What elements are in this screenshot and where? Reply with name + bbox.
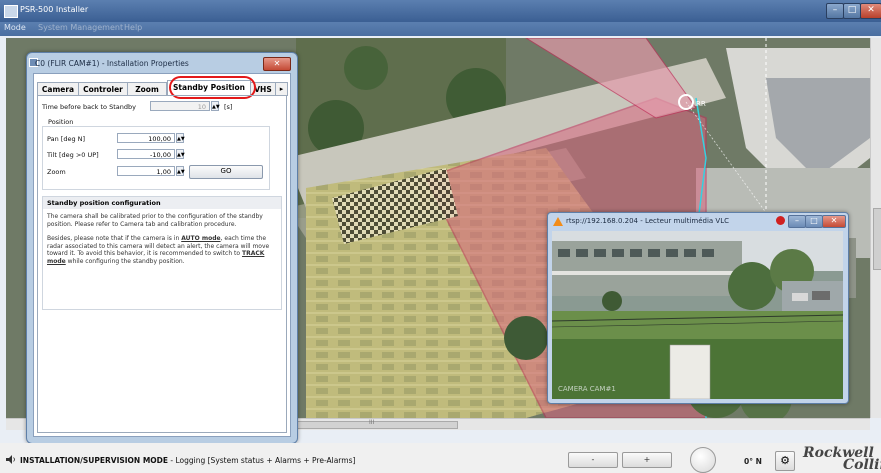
menu-system-management[interactable]: System Management	[38, 23, 123, 32]
rockwell-collins-logo: Rockwell Collins	[803, 445, 881, 473]
menu-help[interactable]: Help	[124, 23, 142, 32]
tilt-input[interactable]: -10,00	[117, 149, 175, 159]
dialog-client-area: Camera Controler Zoom Standby Position V…	[33, 73, 291, 437]
standby-info-box: Standby position configuration The camer…	[42, 196, 282, 310]
camera-video-feed[interactable]: CAMERA CAM#1	[552, 231, 843, 399]
video-overlay-text: CAMERA CAM#1	[558, 385, 616, 393]
standby-time-label: Time before back to Standby	[42, 103, 136, 111]
rotation-dial[interactable]	[690, 447, 716, 473]
speaker-icon[interactable]	[6, 455, 16, 464]
tilt-label: Tilt [deg >0 UP]	[47, 151, 99, 159]
maximize-button[interactable]: □	[843, 3, 861, 19]
standby-time-input[interactable]: 10	[150, 101, 210, 111]
minimize-button[interactable]: –	[826, 3, 844, 19]
app-icon	[4, 5, 18, 18]
mode-label: INSTALLATION/SUPERVISION MODE	[20, 456, 169, 465]
vlc-minimize-button[interactable]: –	[788, 215, 806, 228]
position-group-label: Position	[48, 118, 74, 126]
mode-detail: - Logging [System status + Alarms + Pre-…	[168, 456, 356, 465]
tab-controler[interactable]: Controler	[78, 82, 128, 96]
pan-spinner[interactable]: ▲▼	[176, 133, 185, 143]
dialog-title: C0 (FLIR CAM#1) - Installation Propertie…	[35, 59, 189, 68]
standby-position-panel: Time before back to Standby 10 ▲▼ [s] Po…	[37, 95, 287, 433]
logo-line-2: Collins	[843, 457, 881, 473]
tab-zoom[interactable]: Zoom	[127, 82, 167, 96]
go-button[interactable]: GO	[189, 165, 263, 179]
window-titlebar: PSR-500 Installer – □ ✕	[0, 0, 881, 22]
close-button[interactable]: ✕	[860, 3, 881, 19]
gear-icon[interactable]: ⚙	[775, 451, 795, 471]
heading-readout: 0° N	[744, 457, 762, 466]
zoom-label: Zoom	[47, 168, 66, 176]
vlc-title: rtsp://192.168.0.204 - Lecteur multimédi…	[566, 217, 729, 225]
menu-bar: Mode System Management Help	[0, 22, 881, 36]
pan-input[interactable]: 100,00	[117, 133, 175, 143]
info-title: Standby position configuration	[43, 197, 281, 209]
menu-mode[interactable]: Mode	[4, 23, 26, 32]
zoom-input[interactable]: 1,00	[117, 166, 175, 176]
tab-camera[interactable]: Camera	[37, 82, 79, 96]
auto-mode-text: AUTO mode	[181, 235, 221, 242]
zoom-spinner[interactable]: ▲▼	[176, 166, 185, 176]
vlc-maximize-button[interactable]: □	[805, 215, 823, 228]
map-vertical-scrollbar[interactable]	[870, 38, 881, 418]
vertical-scroll-thumb[interactable]	[873, 208, 881, 270]
window-title: PSR-500 Installer	[20, 5, 89, 14]
installation-properties-dialog: C0 (FLIR CAM#1) - Installation Propertie…	[26, 52, 298, 444]
standby-time-unit: [s]	[224, 103, 233, 111]
tilt-spinner[interactable]: ▲▼	[176, 149, 185, 159]
vlc-player-window: rtsp://192.168.0.204 - Lecteur multimédi…	[547, 212, 849, 404]
vlc-cone-icon	[553, 217, 563, 226]
standby-time-spinner[interactable]: ▲▼	[211, 101, 220, 111]
tab-scroll-right-icon[interactable]: ▸	[275, 82, 288, 96]
info-paragraph-2: Besides, please note that if the camera …	[47, 235, 270, 265]
vlc-close-button[interactable]: ✕	[822, 215, 846, 228]
record-indicator-icon	[776, 216, 785, 225]
radar-label: RR	[696, 100, 706, 108]
horizontal-scroll-thumb[interactable]	[296, 421, 458, 429]
scroll-grip: III	[369, 419, 375, 426]
pan-label: Pan [deg N]	[47, 135, 86, 143]
position-group: Pan [deg N] 100,00 ▲▼ Tilt [deg >0 UP] -…	[42, 126, 270, 190]
info-paragraph-1: The camera shall be calibrated prior to …	[47, 213, 263, 228]
zoom-in-button[interactable]: +	[622, 452, 672, 468]
dialog-close-button[interactable]: ✕	[263, 57, 291, 71]
video-frame: CAMERA CAM#1	[552, 231, 843, 399]
mode-status-text: INSTALLATION/SUPERVISION MODE - Logging …	[20, 456, 355, 465]
zoom-out-button[interactable]: -	[568, 452, 618, 468]
